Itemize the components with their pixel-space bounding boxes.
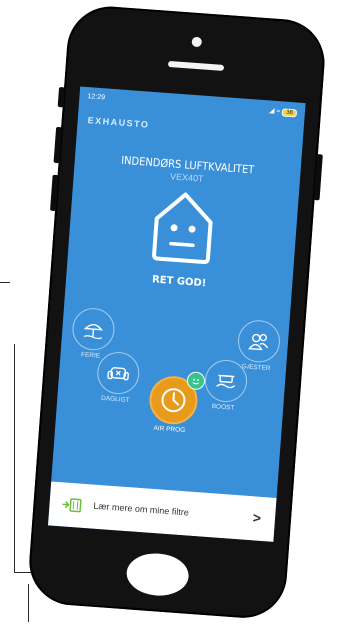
mode-gaester-button[interactable] <box>236 318 282 364</box>
status-time: 12:29 <box>87 93 106 102</box>
filter-icon <box>62 498 82 513</box>
status-bar: 12:29 ◢ ≈ 38 <box>87 93 298 120</box>
home-button[interactable] <box>125 551 191 598</box>
filter-info-label: Lær mere om mine filtre <box>93 500 190 518</box>
air-quality-status: RET GOD! <box>151 274 207 290</box>
status-icons: ◢ ≈ 38 <box>268 106 298 118</box>
filter-info-row[interactable]: Lær mere om mine filtre > <box>47 481 277 542</box>
active-mode-badge <box>186 371 206 391</box>
side-button-volume-down <box>50 174 59 212</box>
app-screen: 12:29 ◢ ≈ 38 EXHAUSTO INDENDØRS LUFTKVAL… <box>47 86 306 542</box>
side-button-volume-up <box>53 126 63 164</box>
brand-logo: EXHAUSTO <box>87 115 150 130</box>
earpiece-speaker <box>167 60 225 71</box>
mode-boost-label: BOOST <box>211 403 235 412</box>
smiley-icon <box>192 378 200 385</box>
front-camera <box>191 36 203 48</box>
side-button-power <box>313 154 323 201</box>
battery-icon: 38 <box>281 108 298 118</box>
house-face-icon <box>152 192 213 265</box>
mode-air-prog-label: AIR PROG <box>153 424 186 435</box>
signal-wifi-icon: ◢ ≈ <box>268 107 281 116</box>
pot-steam-icon <box>216 374 236 389</box>
armchair-icon <box>107 367 129 381</box>
mode-dagligt-label: DAGLIGT <box>100 394 130 404</box>
beach-umbrella-icon <box>83 323 103 340</box>
chevron-right-icon: > <box>252 509 262 526</box>
mode-ferie-button[interactable] <box>70 306 116 352</box>
phone-frame: 12:29 ◢ ≈ 38 EXHAUSTO INDENDØRS LUFTKVAL… <box>26 3 328 621</box>
phone-group: 12:29 ◢ ≈ 38 EXHAUSTO INDENDØRS LUFTKVAL… <box>0 0 348 634</box>
side-button-mute <box>57 86 66 108</box>
people-icon <box>248 333 269 351</box>
mode-dagligt-button[interactable] <box>95 350 141 396</box>
